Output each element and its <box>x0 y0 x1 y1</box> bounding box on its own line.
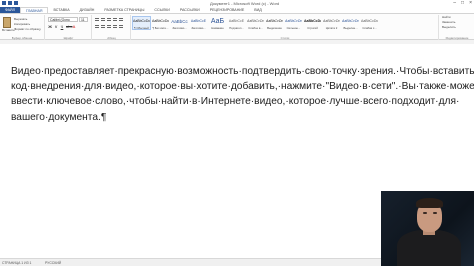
save-icon[interactable] <box>8 1 12 5</box>
style-item[interactable]: AaBbCcDc Слабая с... <box>360 16 379 30</box>
title-bar: Документ1 - Microsoft Word (с) - Word – … <box>0 0 474 7</box>
justify-icon[interactable] <box>113 25 117 28</box>
style-item[interactable]: AaBbCcDc Сильное... <box>284 16 303 30</box>
select-button[interactable]: Выделить <box>440 25 474 30</box>
style-preview: AaBbCcDc <box>133 19 150 23</box>
line-spacing-icon[interactable] <box>119 25 123 28</box>
word-logo-icon <box>2 1 6 5</box>
editing-group: Найти Заменить Выделить Редактирование <box>440 15 474 40</box>
style-item[interactable]: AaBbCcE Подзагол... <box>227 16 246 30</box>
style-preview: AaBbCcDc <box>152 19 169 23</box>
strikethrough-icon[interactable]: abc <box>66 24 72 29</box>
style-name: Сильное... <box>286 26 301 30</box>
style-name: ¶ Без инте... <box>152 26 169 30</box>
webcam-overlay <box>381 191 474 266</box>
multilevel-icon[interactable] <box>107 18 111 21</box>
style-item[interactable]: AaBbCcDc Выделен... <box>341 16 360 30</box>
style-item[interactable]: AaBbCcDc ¶ Обычный <box>132 16 151 30</box>
bullets-icon[interactable] <box>95 18 99 21</box>
language-indicator[interactable]: РУССКИЙ <box>45 261 61 265</box>
style-preview: AaBbCcDc <box>323 19 340 23</box>
format-painter-button[interactable]: Формат по образцу <box>14 27 41 31</box>
style-preview: AaBbCcDc <box>285 19 302 23</box>
align-buttons <box>95 25 123 28</box>
style-preview: AaBbCcDc <box>361 19 378 23</box>
styles-gallery: AaBbCcDc ¶ Обычный AaBbCcDc ¶ Без инте... … <box>132 16 379 30</box>
page-indicator[interactable]: СТРАНИЦА 1 ИЗ 1 <box>2 261 31 265</box>
indent-icon[interactable] <box>113 18 117 21</box>
underline-icon[interactable]: Ч <box>60 24 64 29</box>
style-name: ¶ Обычный <box>134 26 149 30</box>
style-name: Слабая с... <box>362 26 377 30</box>
style-preview: AaБ <box>210 18 225 25</box>
paste-icon <box>3 17 11 28</box>
align-left-icon[interactable] <box>95 25 99 28</box>
presenter-eye <box>423 212 427 214</box>
style-name: Слабое в... <box>248 26 263 30</box>
style-preview: AaBbCcDc <box>266 19 283 23</box>
style-item[interactable]: AaBbCcDc Цитата 2 <box>322 16 341 30</box>
document-paragraph[interactable]: Видео·предоставляет·прекрасную·возможнос… <box>11 64 474 125</box>
style-item[interactable]: AaBbCcDc Строгий <box>303 16 322 30</box>
style-preview: AaBbCc <box>171 19 188 24</box>
style-name: Подзагол... <box>229 26 244 30</box>
style-name: Строгий <box>307 26 318 30</box>
italic-icon[interactable]: К <box>54 24 58 29</box>
style-item[interactable]: AaBbCcDc Слабое в... <box>246 16 265 30</box>
undo-icon[interactable] <box>14 1 18 5</box>
style-preview: AaBbCcE <box>190 19 207 23</box>
clipboard-group: Вставить Вырезать Копировать Формат по о… <box>0 15 45 40</box>
minimize-icon[interactable]: – <box>453 0 456 6</box>
paste-button[interactable]: Вставить <box>2 17 15 32</box>
style-name: Выделение <box>267 26 282 30</box>
style-name: Цитата 2 <box>325 26 338 30</box>
style-name: Заголово... <box>191 26 206 30</box>
paste-label: Вставить <box>2 28 15 32</box>
style-preview: AaBbCcE <box>228 19 245 23</box>
style-name: Выделен... <box>343 26 358 30</box>
style-item[interactable]: AaБ Название <box>208 16 227 30</box>
style-preview: AaBbCcDc <box>247 19 264 23</box>
close-icon[interactable]: × <box>469 0 472 6</box>
presenter-body <box>397 230 461 266</box>
font-name-select[interactable]: Calibri (Осно <box>48 17 78 22</box>
font-color-icon[interactable]: А <box>72 24 76 29</box>
cut-button[interactable]: Вырезать <box>14 17 27 21</box>
paragraph-group: Абзац <box>93 15 131 40</box>
style-item[interactable]: AaBbCc Заголово... <box>170 16 189 30</box>
align-right-icon[interactable] <box>107 25 111 28</box>
window-title: Документ1 - Microsoft Word (с) - Word <box>210 1 280 6</box>
style-name: Заголово... <box>172 26 187 30</box>
list-buttons <box>95 18 123 21</box>
style-item[interactable]: AaBbCcE Заголово... <box>189 16 208 30</box>
presenter-hair <box>416 198 443 208</box>
style-preview: AaBbCcDc <box>304 19 321 23</box>
style-item[interactable]: AaBbCcDc Выделение <box>265 16 284 30</box>
copy-button[interactable]: Копировать <box>14 22 30 26</box>
style-name: Название <box>211 26 224 30</box>
bold-icon[interactable]: Ж <box>48 24 52 29</box>
numbering-icon[interactable] <box>101 18 105 21</box>
style-item[interactable]: AaBbCcDc ¶ Без инте... <box>151 16 170 30</box>
maximize-icon[interactable]: □ <box>461 0 464 6</box>
quick-access-toolbar <box>2 1 26 6</box>
font-size-select[interactable]: 11 <box>79 17 88 22</box>
presenter-eye <box>433 212 437 214</box>
pilcrow-icon[interactable] <box>119 18 123 21</box>
window-controls: – □ × <box>453 0 472 6</box>
align-center-icon[interactable] <box>101 25 105 28</box>
style-preview: AaBbCcDc <box>342 19 359 23</box>
format-buttons: Ж К Ч abc А <box>48 24 76 29</box>
styles-group: AaBbCcDc ¶ Обычный AaBbCcDc ¶ Без инте... … <box>132 15 439 40</box>
font-group: Calibri (Осно 11 Ж К Ч abc А Шрифт <box>46 15 92 40</box>
ribbon: Вставить Вырезать Копировать Формат по о… <box>0 13 474 40</box>
